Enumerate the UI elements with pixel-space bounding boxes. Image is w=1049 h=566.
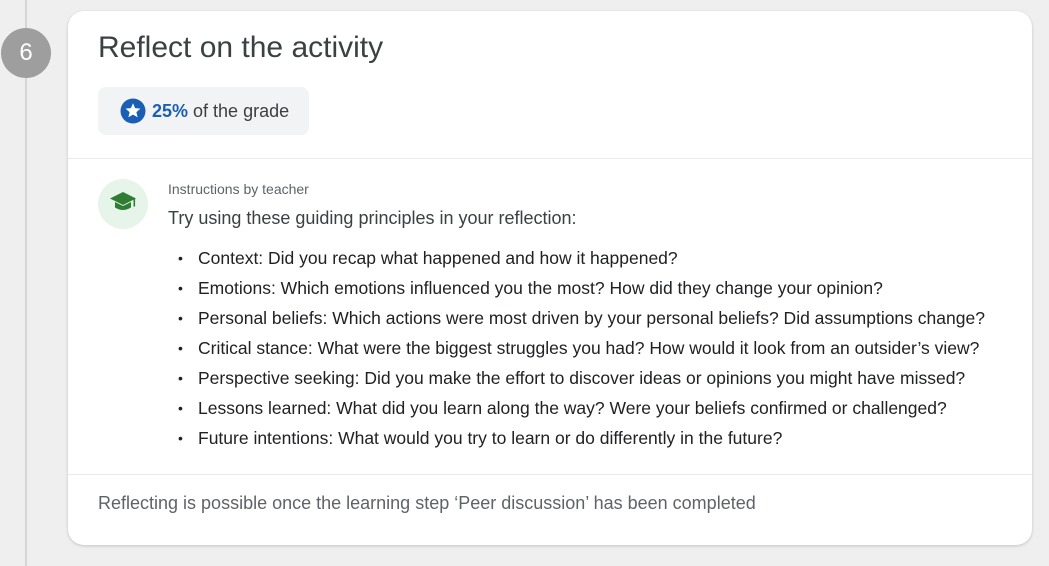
timeline-line [25,0,27,566]
instructions-intro: Try using these guiding principles in yo… [168,208,577,228]
list-item: Personal beliefs: Which actions were mos… [178,305,985,335]
card-title: Reflect on the activity [98,31,384,64]
step-number-badge: 6 [1,28,51,78]
teacher-avatar [98,179,148,229]
divider [68,474,1032,475]
graduation-cap-icon [109,190,137,219]
list-item: Critical stance: What were the biggest s… [178,335,985,365]
list-item: Future intentions: What would you try to… [178,425,985,455]
list-item: Emotions: Which emotions influenced you … [178,275,985,305]
availability-note: Reflecting is possible once the learning… [98,493,756,513]
list-item: Lessons learned: What did you learn alon… [178,395,985,425]
list-item: Perspective seeking: Did you make the ef… [178,365,985,395]
grade-weight-chip: 25% of the grade [98,87,310,135]
grade-percent: 25% [152,100,189,121]
activity-card: Reflect on the activity 25% of the grade… [68,11,1032,545]
list-item: Context: Did you recap what happened and… [178,245,985,275]
grade-suffix: of the grade [193,100,290,121]
instructions-label: Instructions by teacher [168,181,309,197]
principles-list: Context: Did you recap what happened and… [178,245,985,455]
divider [68,158,1032,159]
step-number: 6 [19,39,33,66]
star-icon [120,98,146,124]
